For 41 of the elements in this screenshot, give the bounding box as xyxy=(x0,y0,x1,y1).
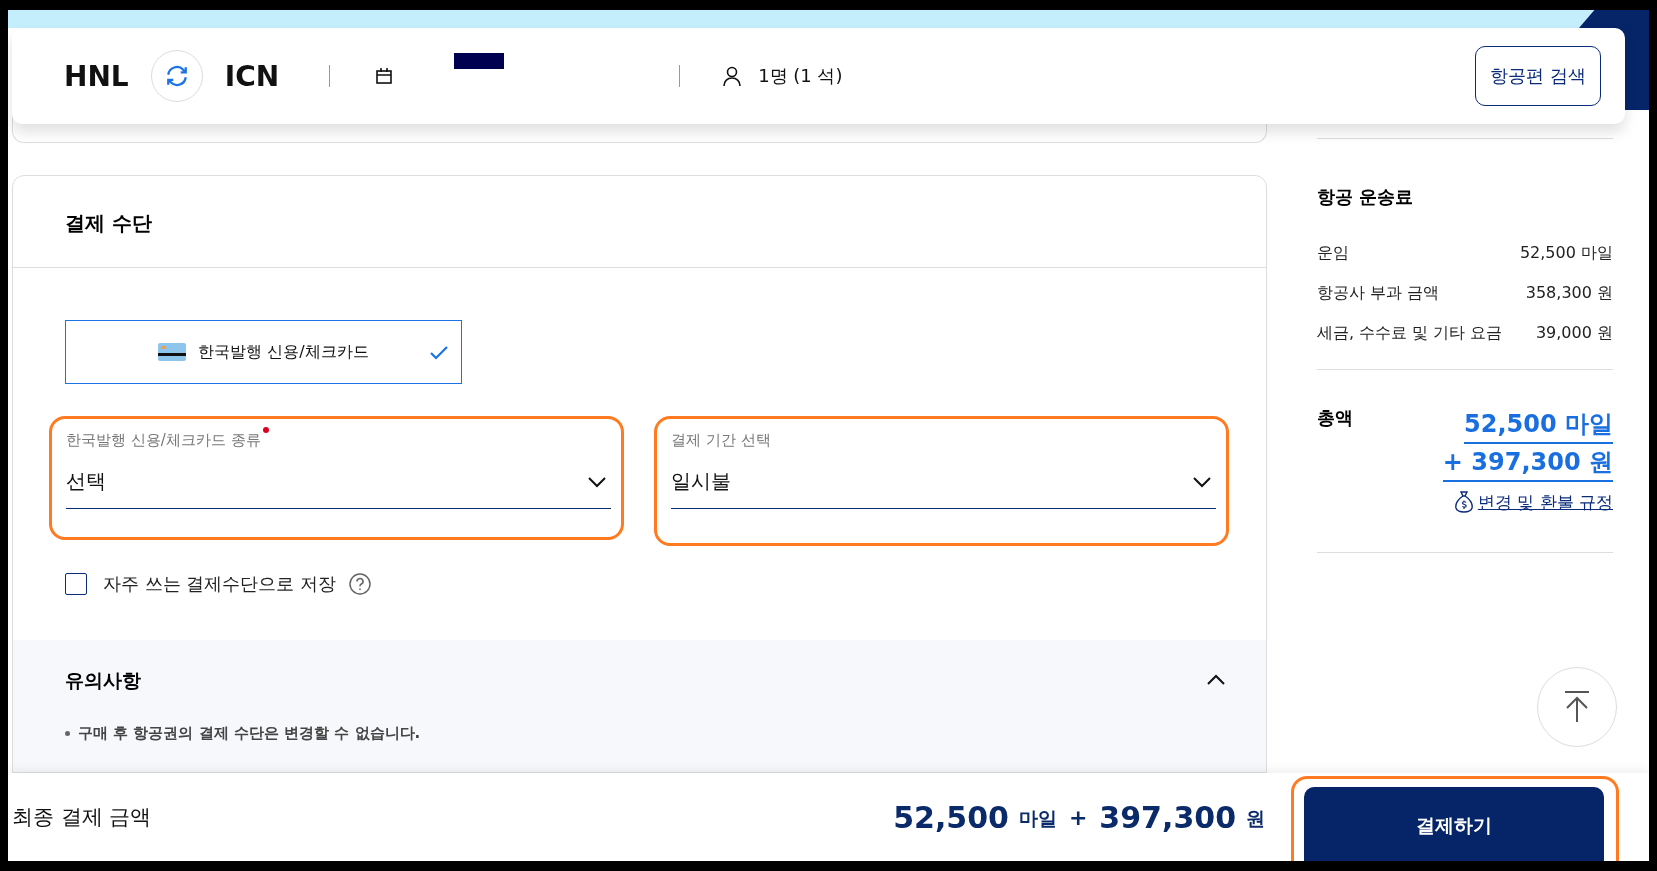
miles-unit: 마일 xyxy=(1018,806,1057,831)
credit-card-icon xyxy=(158,343,187,361)
chevron-down-icon xyxy=(587,475,607,488)
check-icon xyxy=(429,345,449,361)
fare-value: 52,500 마일 xyxy=(1519,242,1613,264)
note-text: 구매 후 항공권의 결제 수단은 변경할 수 없습니다. xyxy=(78,724,421,743)
dropdown-field[interactable]: 선택 xyxy=(66,455,611,509)
help-icon[interactable] xyxy=(348,572,373,596)
dropdown-field[interactable]: 일시불 xyxy=(671,455,1216,509)
section-title: 결제 수단 xyxy=(13,176,1266,268)
passenger-count[interactable]: 1명 (1 석) xyxy=(758,64,843,88)
total-won: + 397,300 원 xyxy=(1442,444,1613,482)
search-button[interactable]: 항공편 검색 xyxy=(1475,46,1601,106)
fare-label: 세금, 수수료 및 기타 요금 xyxy=(1317,322,1503,344)
destination-code[interactable]: ICN xyxy=(224,59,280,93)
field-label: 한국발행 신용/체크카드 종류 xyxy=(66,430,261,450)
calendar-icon[interactable] xyxy=(374,66,395,86)
final-miles: 52,500 xyxy=(893,799,1009,835)
field-label: 결제 기간 선택 xyxy=(671,430,771,450)
arrow-up-icon xyxy=(1562,690,1592,724)
bullet-dot xyxy=(65,731,70,736)
checkbox-label[interactable]: 자주 쓰는 결제수단으로 저장 xyxy=(103,572,337,596)
fare-value: 39,000 원 xyxy=(1535,322,1613,344)
total-label: 총액 xyxy=(1317,406,1353,430)
total-miles: 52,500 마일 xyxy=(1464,406,1613,444)
final-amount-label: 최종 결제 금액 xyxy=(12,804,152,831)
origin-code[interactable]: HNL xyxy=(64,59,129,93)
money-bag-icon xyxy=(1452,490,1475,514)
pay-button[interactable]: 결제하기 xyxy=(1304,787,1604,861)
fare-label: 운임 xyxy=(1317,242,1349,264)
chevron-down-icon xyxy=(1192,475,1212,488)
fare-value: 358,300 원 xyxy=(1525,282,1613,304)
won-unit: 원 xyxy=(1246,806,1265,831)
plus-sign: + xyxy=(1068,804,1088,830)
summary-title: 항공 운송료 xyxy=(1317,185,1415,209)
fare-label: 항공사 부과 금액 xyxy=(1317,282,1440,304)
payment-method-option[interactable]: 한국발행 신용/체크카드 xyxy=(65,320,462,384)
final-won: 397,300 xyxy=(1099,799,1236,835)
chevron-up-icon xyxy=(1206,673,1226,686)
checkbox[interactable] xyxy=(65,573,87,595)
notes-title: 유의사항 xyxy=(65,668,141,693)
